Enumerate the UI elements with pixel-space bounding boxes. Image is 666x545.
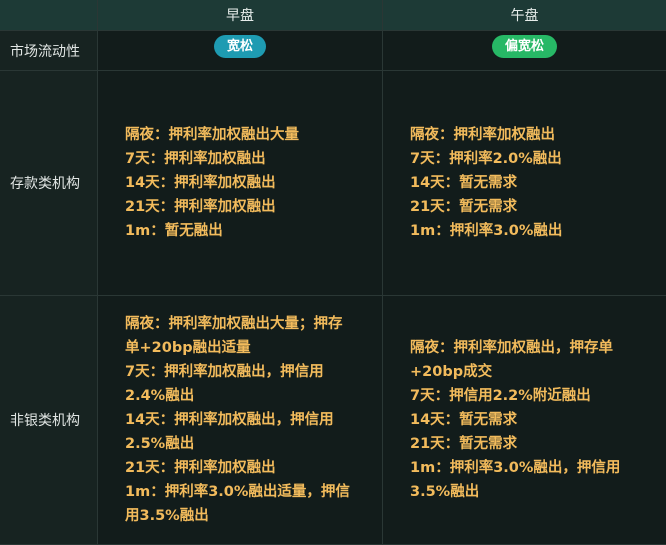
text-line: 7天：押利率加权融出，押信用 — [125, 364, 324, 380]
text-line: 1m：押利率3.0%融出 — [410, 223, 563, 239]
text-line: 隔夜：押利率加权融出，押存单 — [410, 340, 613, 356]
text-line: 7天：押利率加权融出 — [125, 151, 266, 167]
text-line: +20bp成交 — [410, 364, 493, 380]
deposit-afternoon-cell: 隔夜：押利率加权融出 7天：押利率2.0%融出 14天：暂无需求 21天：暂无需… — [383, 71, 666, 296]
deposit-morning-text: 隔夜：押利率加权融出大量 7天：押利率加权融出 14天：押利率加权融出 21天：… — [98, 123, 299, 243]
status-badge-morning: 宽松 — [213, 35, 266, 58]
text-line: 21天：押利率加权融出 — [125, 199, 276, 215]
text-line: 隔夜：押利率加权融出大量 — [125, 127, 299, 143]
nonbank-afternoon-text: 隔夜：押利率加权融出，押存单 +20bp成交 7天：押信用2.2%附近融出 14… — [383, 336, 620, 504]
text-line: 1m：押利率3.0%融出，押信用 — [410, 460, 621, 476]
text-line: 1m：押利率3.0%融出适量，押信 — [125, 484, 350, 500]
text-line: 用3.5%融出 — [125, 508, 209, 524]
nonbank-afternoon-cell: 隔夜：押利率加权融出，押存单 +20bp成交 7天：押信用2.2%附近融出 14… — [383, 296, 666, 545]
text-line: 2.4%融出 — [125, 388, 195, 404]
deposit-morning-cell: 隔夜：押利率加权融出大量 7天：押利率加权融出 14天：押利率加权融出 21天：… — [98, 71, 383, 296]
row-label-deposit: 存款类机构 — [0, 71, 98, 296]
text-line: 1m：暂无融出 — [125, 223, 223, 239]
text-line: 21天：暂无需求 — [410, 199, 518, 215]
header-afternoon: 午盘 — [383, 0, 666, 31]
liquidity-morning-cell: 宽松 — [98, 31, 383, 71]
text-line: 14天：押利率加权融出，押信用 — [125, 412, 334, 428]
text-line: 21天：暂无需求 — [410, 436, 518, 452]
header-morning: 早盘 — [98, 0, 383, 31]
text-line: 7天：押利率2.0%融出 — [410, 151, 562, 167]
row-label-nonbank: 非银类机构 — [0, 296, 98, 545]
liquidity-afternoon-cell: 偏宽松 — [383, 31, 666, 71]
text-line: 14天：押利率加权融出 — [125, 175, 276, 191]
liquidity-table: 早盘 午盘 市场流动性 宽松 偏宽松 存款类机构 隔夜：押利率加权融出大量 7天… — [0, 0, 666, 545]
text-line: 21天：押利率加权融出 — [125, 460, 276, 476]
nonbank-morning-cell: 隔夜：押利率加权融出大量；押存 单+20bp融出适量 7天：押利率加权融出，押信… — [98, 296, 383, 545]
text-line: 14天：暂无需求 — [410, 412, 518, 428]
text-line: 隔夜：押利率加权融出大量；押存 — [125, 316, 343, 332]
row-label-liquidity: 市场流动性 — [0, 31, 98, 71]
deposit-afternoon-text: 隔夜：押利率加权融出 7天：押利率2.0%融出 14天：暂无需求 21天：暂无需… — [383, 123, 562, 243]
text-line: 7天：押信用2.2%附近融出 — [410, 388, 591, 404]
nonbank-morning-text: 隔夜：押利率加权融出大量；押存 单+20bp融出适量 7天：押利率加权融出，押信… — [98, 312, 350, 528]
header-empty-cell — [0, 0, 98, 31]
text-line: 14天：暂无需求 — [410, 175, 518, 191]
text-line: 单+20bp融出适量 — [125, 340, 251, 356]
text-line: 3.5%融出 — [410, 484, 480, 500]
text-line: 2.5%融出 — [125, 436, 195, 452]
text-line: 隔夜：押利率加权融出 — [410, 127, 555, 143]
status-badge-afternoon: 偏宽松 — [491, 35, 557, 58]
